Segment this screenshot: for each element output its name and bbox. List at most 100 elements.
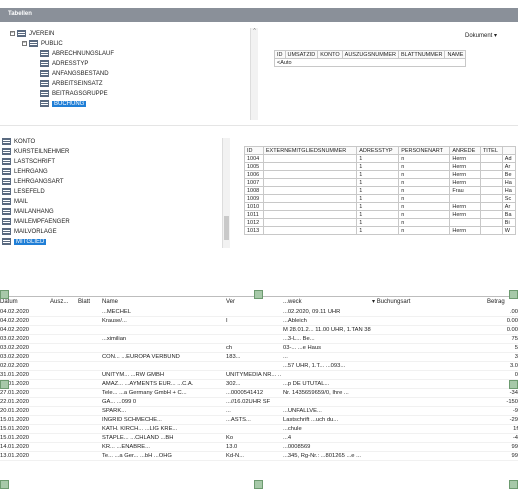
resize-handle[interactable]: [254, 480, 263, 489]
new-row-cell[interactable]: <Auto: [273, 58, 467, 67]
table-row[interactable]: 03.02.2020 CON... ...EUROPA VERBUND 183...…: [0, 353, 518, 362]
list-scrollbar[interactable]: [222, 138, 230, 248]
table-list: KONTO KURSTEILNEHMER LASTSCHRIFT LEHRGAN…: [0, 138, 240, 248]
database-icon: [17, 30, 26, 37]
column-header-blatt[interactable]: Blatt: [78, 296, 90, 308]
table-icon: [40, 70, 49, 77]
list-item[interactable]: KURSTEILNEHMER: [2, 148, 69, 157]
column-header[interactable]: AUSZUGSNUMMER: [341, 50, 400, 59]
list-item[interactable]: MAILVORLAGE: [2, 228, 57, 237]
list-item-selected[interactable]: MITGLIED: [2, 238, 47, 247]
column-header[interactable]: TITEL: [479, 146, 503, 155]
table-row[interactable]: 14.01.2020 KR... ...ENABRE... 13.0 ...00085…: [0, 443, 518, 452]
resize-handle[interactable]: [509, 290, 518, 299]
column-header-zweck[interactable]: ...weck: [283, 296, 302, 308]
table-row[interactable]: 22.01.2020 GA... ...099 0 ...//16.02UHR SF…: [0, 398, 518, 407]
table-row[interactable]: 04.02.2020 ...MECHEL ...02.2020, 09.11 UHR…: [0, 308, 518, 317]
column-header-verwendung[interactable]: Ver: [226, 296, 235, 308]
tree-table-item[interactable]: ANFANGSBESTAND: [40, 70, 109, 79]
table-icon: [40, 50, 49, 57]
list-item[interactable]: KONTO: [2, 138, 35, 147]
table-row[interactable]: 1009 1 n Sc: [244, 194, 517, 203]
table-row[interactable]: 1010 1 n Herrn Ar: [244, 202, 517, 211]
tree-table-item[interactable]: BEITRAGSGRUPPE: [40, 90, 108, 99]
resize-handle[interactable]: [0, 480, 9, 489]
table-row[interactable]: 15.01.2020 STAPLE... ...CHLAND ...BH Ko...…: [0, 434, 518, 443]
tree-scrollbar[interactable]: ^: [250, 28, 258, 120]
tree-table-item[interactable]: ARBEITSEINSATZ: [40, 80, 103, 89]
table-icon: [2, 168, 11, 175]
table-icon: [2, 148, 11, 155]
resize-handle[interactable]: [0, 290, 9, 299]
table-row[interactable]: 15.01.2020 INGRID SCHMECHE... ...ASTS... La…: [0, 416, 518, 425]
column-header[interactable]: BLATTNUMMER: [398, 50, 446, 59]
resize-handle[interactable]: [509, 380, 518, 389]
collapse-icon[interactable]: −: [22, 41, 27, 46]
table-row[interactable]: 1007 1 n Herrn Ha: [244, 178, 517, 187]
column-header[interactable]: UMSATZID: [284, 50, 319, 59]
table-row[interactable]: 1013 1 n Herrn W: [244, 226, 517, 235]
table-row[interactable]: 04.02.2020 Krause/... I ...Ableich 0.00: [0, 317, 518, 326]
table-row[interactable]: 15.01.2020 KATH. KIRCH... ...LIG KRE.....…: [0, 425, 518, 434]
tables-title-bar: Tabellen: [0, 8, 518, 22]
column-header[interactable]: NAME: [444, 50, 467, 59]
column-header-auszug[interactable]: Ausz...: [50, 296, 68, 308]
table-row[interactable]: 13.01.2020 Te... ...a Ger... ...bH ...OHG…: [0, 452, 518, 461]
table-row[interactable]: 1004 1 n Herrn Ad: [244, 154, 517, 163]
tree-table-item-selected[interactable]: BUCHUNG: [40, 100, 87, 109]
table-row[interactable]: 02.02.2020 ...57 UHR, 1.T... ...093... 3.0: [0, 362, 518, 371]
list-item[interactable]: LEHRGANGSART: [2, 178, 64, 187]
table-row[interactable]: 1008 1 n Frau Ha: [244, 186, 517, 195]
table-icon: [40, 80, 49, 87]
resize-handle[interactable]: [254, 290, 263, 299]
list-item[interactable]: LASTSCHRIFT: [2, 158, 55, 167]
list-item[interactable]: LEHRGANG: [2, 168, 48, 177]
table-row[interactable]: 03.02.2020 ...ximilian ...3-L... Be... 75: [0, 335, 518, 344]
table-row[interactable]: 1012 1 n Bi: [244, 218, 517, 227]
tree-root[interactable]: − JVEREIN: [10, 30, 54, 39]
table-row[interactable]: 28.01.2020 AMAZ... ...AYMENTS EUR... ...C…: [0, 380, 518, 389]
table-icon: [40, 90, 49, 97]
resize-handle[interactable]: [0, 380, 9, 389]
table-row[interactable]: 31.01.2020 UNITYM... ...RW GMBH UNITYMEDIA…: [0, 371, 518, 380]
list-item[interactable]: MAIL: [2, 198, 28, 207]
tables-panel: Tabellen − JVEREIN − PUBLIC ABRECHNUNGSLAU…: [0, 0, 518, 126]
table-row[interactable]: 04.02.2020 M 28.01.2... 11.00 UHR, 1.TAN …: [0, 326, 518, 335]
table-icon: [2, 218, 11, 225]
table-row[interactable]: 20.01.2020 SPARK...... ...UNFALLVE... -9: [0, 407, 518, 416]
table-row[interactable]: 03.02.2020 ch 03-... ...e Haus 5: [0, 344, 518, 353]
tree-table-item[interactable]: ADRESSTYP: [40, 60, 88, 69]
table-row[interactable]: 1011 1 n Herrn Ba: [244, 210, 517, 219]
list-item[interactable]: MAILANHANG: [2, 208, 54, 217]
collapse-icon[interactable]: −: [10, 31, 15, 36]
column-header[interactable]: ID: [274, 50, 286, 59]
list-item[interactable]: MAILEMPFAENGER: [2, 218, 70, 227]
table-icon: [40, 100, 49, 107]
column-header[interactable]: KONTO: [317, 50, 343, 59]
column-header[interactable]: ANREDE: [449, 146, 481, 155]
column-header-buchungsart[interactable]: ▾ Buchungsart: [372, 296, 410, 308]
resize-handle[interactable]: [509, 480, 518, 489]
buchung-table: ID UMSATZID KONTO AUSZUGSNUMMER BLATTNUM…: [273, 50, 467, 67]
column-header[interactable]: EXTERNEMITGLIEDSNUMMER: [262, 146, 358, 155]
list-item[interactable]: LESEFELD: [2, 188, 45, 197]
table-icon: [2, 238, 11, 245]
column-header[interactable]: ADRESSTYP: [356, 146, 400, 155]
table-row[interactable]: 27.01.2020 Tele... ...a Germany GmbH + C.…: [0, 389, 518, 398]
document-dropdown[interactable]: Dokument ▾: [465, 32, 497, 39]
column-header[interactable]: PERSONENART: [398, 146, 451, 155]
tree-table-item[interactable]: ABRECHNUNGSLAUF: [40, 50, 114, 59]
column-header-betrag[interactable]: Betrag: [487, 296, 505, 308]
column-header[interactable]: ID: [244, 146, 264, 155]
schema-icon: [29, 40, 38, 47]
column-header-name[interactable]: Name: [102, 296, 118, 308]
list-scroll-thumb[interactable]: [224, 216, 229, 240]
table-icon: [2, 208, 11, 215]
tree-schema[interactable]: − PUBLIC: [22, 40, 63, 49]
scroll-up-icon[interactable]: ^: [251, 28, 258, 34]
table-row[interactable]: 1006 1 n Herrn Be: [244, 170, 517, 179]
table-row[interactable]: 1005 1 n Herrn Ar: [244, 162, 517, 171]
table-icon: [2, 198, 11, 205]
column-header[interactable]: [501, 146, 517, 155]
schema-tree: − JVEREIN − PUBLIC ABRECHNUNGSLAUF ADRESST…: [10, 30, 260, 120]
